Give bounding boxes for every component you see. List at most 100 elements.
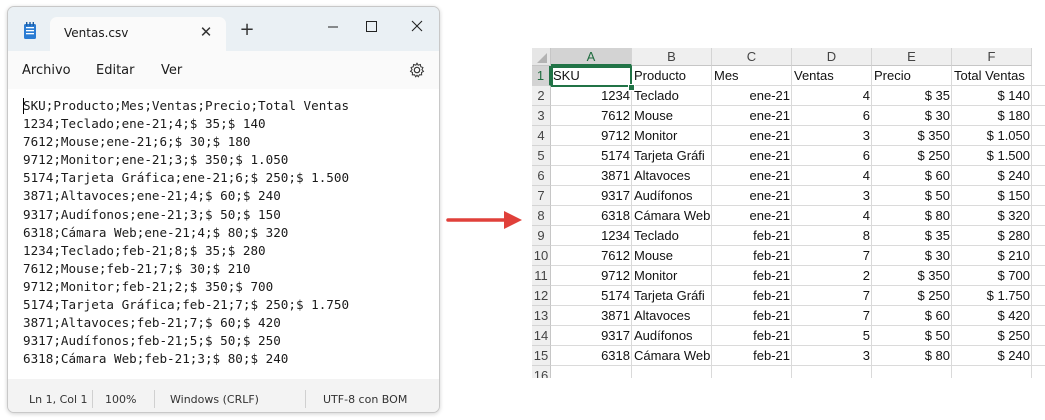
header-cell[interactable]: Ventas bbox=[792, 66, 872, 86]
table-cell[interactable]: 4 bbox=[792, 86, 872, 106]
fill-handle[interactable] bbox=[628, 84, 635, 91]
table-cell[interactable]: 3871 bbox=[551, 306, 632, 326]
table-cell[interactable]: $ 60 bbox=[872, 166, 952, 186]
table-cell[interactable]: ene-21 bbox=[712, 146, 792, 166]
table-cell[interactable]: $ 30 bbox=[872, 246, 952, 266]
table-cell[interactable]: 3871 bbox=[551, 166, 632, 186]
text-editor[interactable]: SKU;Producto;Mes;Ventas;Precio;Total Ven… bbox=[8, 89, 439, 379]
menu-archivo[interactable]: Archivo bbox=[22, 63, 71, 78]
table-cell[interactable]: Tarjeta Gráfi bbox=[632, 146, 712, 166]
table-cell[interactable]: 8 bbox=[792, 226, 872, 246]
table-cell[interactable]: $ 140 bbox=[952, 86, 1032, 106]
table-cell[interactable]: 9712 bbox=[551, 126, 632, 146]
row-header[interactable]: 7 bbox=[532, 186, 551, 206]
table-cell[interactable]: $ 320 bbox=[952, 206, 1032, 226]
table-cell[interactable]: $ 1.500 bbox=[952, 146, 1032, 166]
column-header-a[interactable]: A bbox=[551, 48, 632, 66]
column-header-d[interactable]: D bbox=[792, 48, 872, 66]
row-header[interactable]: 2 bbox=[532, 86, 551, 106]
table-cell[interactable]: ene-21 bbox=[712, 206, 792, 226]
table-cell[interactable]: 3 bbox=[792, 186, 872, 206]
table-cell[interactable]: $ 1.750 bbox=[952, 286, 1032, 306]
table-cell[interactable]: ene-21 bbox=[712, 166, 792, 186]
row-header[interactable]: 9 bbox=[532, 226, 551, 246]
row-header[interactable]: 5 bbox=[532, 146, 551, 166]
column-header-f[interactable]: F bbox=[952, 48, 1032, 66]
table-cell[interactable]: feb-21 bbox=[712, 266, 792, 286]
table-cell[interactable]: $ 250 bbox=[952, 326, 1032, 346]
table-cell[interactable]: $ 210 bbox=[952, 246, 1032, 266]
table-cell[interactable]: 6 bbox=[792, 146, 872, 166]
table-cell[interactable]: 1234 bbox=[551, 226, 632, 246]
new-tab-button[interactable]: + bbox=[237, 21, 257, 41]
table-cell[interactable]: 1234 bbox=[551, 86, 632, 106]
table-cell[interactable]: $ 180 bbox=[952, 106, 1032, 126]
table-cell[interactable]: $ 350 bbox=[872, 266, 952, 286]
row-header[interactable]: 15 bbox=[532, 346, 551, 366]
table-cell[interactable]: $ 240 bbox=[952, 346, 1032, 366]
table-cell[interactable]: ene-21 bbox=[712, 86, 792, 106]
close-window-button[interactable] bbox=[402, 13, 432, 41]
row-header[interactable]: 16 bbox=[532, 366, 551, 378]
table-cell[interactable]: $ 420 bbox=[952, 306, 1032, 326]
table-cell[interactable]: feb-21 bbox=[712, 286, 792, 306]
column-header-e[interactable]: E bbox=[872, 48, 952, 66]
column-header-b[interactable]: B bbox=[632, 48, 712, 66]
menu-ver[interactable]: Ver bbox=[161, 63, 182, 78]
spreadsheet-grid[interactable]: A B C D E F 1 2 3 4 5 6 7 8 9 10 11 12 13 14 15 16 SKU Producto… bbox=[532, 48, 1045, 378]
table-cell[interactable]: 9317 bbox=[551, 326, 632, 346]
table-cell[interactable]: $ 80 bbox=[872, 206, 952, 226]
row-header[interactable]: 14 bbox=[532, 326, 551, 346]
table-cell[interactable]: $ 700 bbox=[952, 266, 1032, 286]
table-cell[interactable]: feb-21 bbox=[712, 326, 792, 346]
row-header[interactable]: 13 bbox=[532, 306, 551, 326]
tab-ventas-csv[interactable]: Ventas.csv ✕ bbox=[50, 17, 226, 51]
header-cell[interactable]: Producto bbox=[632, 66, 712, 86]
table-cell[interactable]: $ 60 bbox=[872, 306, 952, 326]
minimize-button[interactable] bbox=[318, 13, 348, 41]
table-cell[interactable]: $ 30 bbox=[872, 106, 952, 126]
row-header[interactable]: 10 bbox=[532, 246, 551, 266]
table-cell[interactable]: 5 bbox=[792, 326, 872, 346]
select-all-corner[interactable] bbox=[532, 48, 551, 66]
table-cell[interactable]: Monitor bbox=[632, 126, 712, 146]
header-cell[interactable]: Total Ventas bbox=[952, 66, 1032, 86]
table-cell[interactable]: 2 bbox=[792, 266, 872, 286]
table-cell[interactable]: 7 bbox=[792, 246, 872, 266]
table-cell[interactable]: $ 250 bbox=[872, 146, 952, 166]
table-cell[interactable]: Altavoces bbox=[632, 166, 712, 186]
table-cell[interactable]: 5174 bbox=[551, 286, 632, 306]
table-cell[interactable]: 7612 bbox=[551, 246, 632, 266]
table-cell[interactable]: 3 bbox=[792, 126, 872, 146]
row-header[interactable]: 12 bbox=[532, 286, 551, 306]
table-cell[interactable]: 7612 bbox=[551, 106, 632, 126]
table-cell[interactable]: $ 80 bbox=[872, 346, 952, 366]
table-cell[interactable]: 6318 bbox=[551, 206, 632, 226]
table-cell[interactable]: 6 bbox=[792, 106, 872, 126]
table-cell[interactable]: 4 bbox=[792, 206, 872, 226]
table-cell[interactable]: ene-21 bbox=[712, 126, 792, 146]
active-cell-a1[interactable] bbox=[551, 66, 632, 87]
row-header[interactable]: 11 bbox=[532, 266, 551, 286]
table-cell[interactable]: 9712 bbox=[551, 266, 632, 286]
row-header[interactable]: 4 bbox=[532, 126, 551, 146]
row-header[interactable]: 6 bbox=[532, 166, 551, 186]
table-cell[interactable]: $ 50 bbox=[872, 186, 952, 206]
table-cell[interactable]: 5174 bbox=[551, 146, 632, 166]
table-cell[interactable]: Mouse bbox=[632, 246, 712, 266]
table-cell[interactable]: $ 50 bbox=[872, 326, 952, 346]
table-cell[interactable]: Cámara Web bbox=[632, 346, 712, 366]
column-header-c[interactable]: C bbox=[712, 48, 792, 66]
table-cell[interactable]: Teclado bbox=[632, 86, 712, 106]
table-cell[interactable]: Mouse bbox=[632, 106, 712, 126]
close-tab-icon[interactable]: ✕ bbox=[196, 22, 216, 42]
table-cell[interactable]: 6318 bbox=[551, 346, 632, 366]
table-cell[interactable]: feb-21 bbox=[712, 226, 792, 246]
table-cell[interactable]: $ 1.050 bbox=[952, 126, 1032, 146]
table-cell[interactable]: Tarjeta Gráfi bbox=[632, 286, 712, 306]
table-cell[interactable]: Audífonos bbox=[632, 186, 712, 206]
table-cell[interactable]: Teclado bbox=[632, 226, 712, 246]
row-header[interactable]: 3 bbox=[532, 106, 551, 126]
table-cell[interactable]: $ 250 bbox=[872, 286, 952, 306]
menu-editar[interactable]: Editar bbox=[96, 63, 135, 78]
